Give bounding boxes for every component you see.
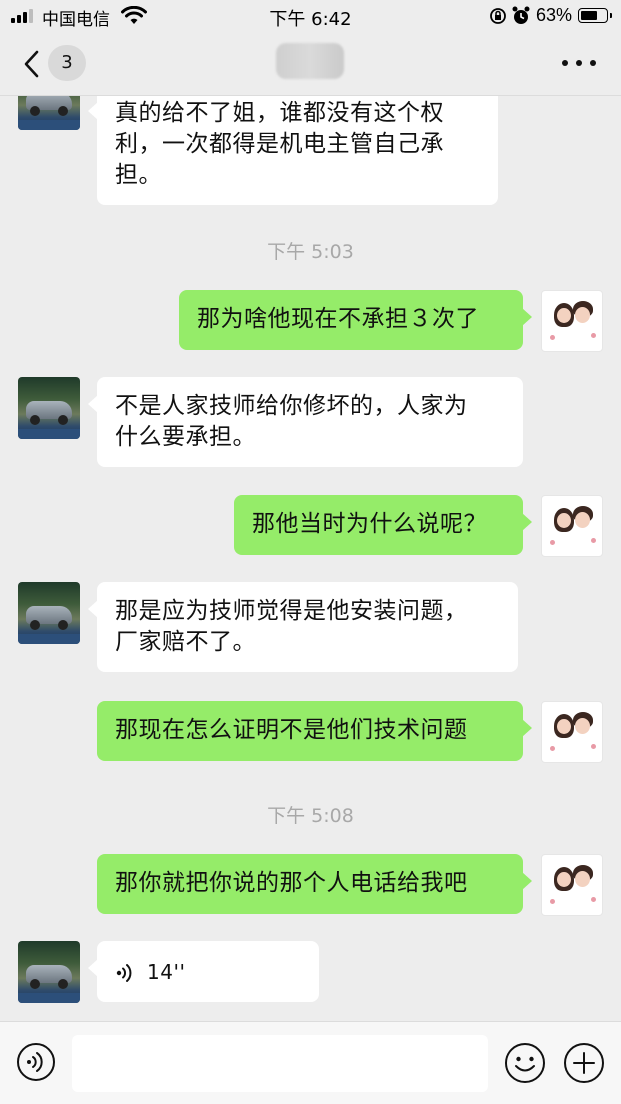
my-avatar[interactable] [541,701,603,763]
battery-icon [578,8,612,23]
chat-timestamp: 下午 5:08 [267,805,354,827]
message-text: 那为啥他现在不承担３次了 [197,306,479,332]
contact-avatar[interactable] [18,377,80,439]
message-text: 那他当时为什么说呢？ [252,511,487,537]
voice-duration: 14'' [147,960,186,984]
contact-avatar[interactable] [18,96,80,130]
message-bubble-incoming[interactable]: 那是应为技师觉得是他安装问题， 厂家赔不了。 [88,582,518,672]
smiley-icon[interactable] [504,1042,546,1084]
voice-message-bubble[interactable]: 14'' [88,941,319,1002]
message-bubble-outgoing[interactable]: 那为啥他现在不承担３次了 [179,290,532,350]
message-bubble-incoming[interactable]: 不是人家技师给你修坏的，人家为 什么要承担。 [88,377,523,467]
chat-title-redacted [276,43,344,79]
message-text-line: 真的给不了姐，谁都没有这个权 [115,100,444,126]
status-bar: 中国电信 下午 6:42 63% [0,0,621,33]
message-input[interactable] [72,1035,488,1092]
message-text-line: 那是应为技师觉得是他安装问题， [115,598,468,624]
unread-count-badge: 3 [48,45,86,81]
contact-avatar[interactable] [18,941,80,1003]
message-text-line: 利，一次都得是机电主管自己承 [115,131,444,157]
message-text-line: 不是人家技师给你修坏的，人家为 [115,393,468,419]
message-text-line: 什么要承担。 [115,424,256,450]
message-bubble-incoming[interactable]: 真的给不了姐，谁都没有这个权 利，一次都得是机电主管自己承 担。 [88,96,498,205]
message-text: 那现在怎么证明不是他们技术问题 [115,717,468,743]
battery-percent: 63% [536,5,573,25]
message-bubble-outgoing[interactable]: 那现在怎么证明不是他们技术问题 [97,701,532,761]
back-button[interactable]: 3 [18,45,88,83]
chevron-left-icon [24,50,39,78]
message-text-line: 担。 [115,162,162,188]
nav-bar: 3 [0,33,621,96]
contact-avatar[interactable] [18,582,80,644]
more-dots-icon[interactable] [562,51,596,75]
chat-timestamp: 下午 5:03 [267,241,354,263]
voice-input-icon[interactable] [16,1042,56,1082]
message-bubble-outgoing[interactable]: 那他当时为什么说呢？ [234,495,532,555]
plus-circle-icon[interactable] [563,1042,605,1084]
voice-wave-icon [116,964,132,982]
alarm-icon [512,6,530,24]
my-avatar[interactable] [541,495,603,557]
chat-history[interactable]: 真的给不了姐，谁都没有这个权 利，一次都得是机电主管自己承 担。 下午 5:03… [0,96,621,1021]
message-bubble-outgoing[interactable]: 那你就把你说的那个人电话给我吧 [97,854,532,914]
message-text-line: 厂家赔不了。 [115,629,256,655]
my-avatar[interactable] [541,854,603,916]
my-avatar[interactable] [541,290,603,352]
orientation-lock-icon [490,8,506,24]
input-bar [0,1021,621,1104]
message-text: 那你就把你说的那个人电话给我吧 [115,870,468,896]
